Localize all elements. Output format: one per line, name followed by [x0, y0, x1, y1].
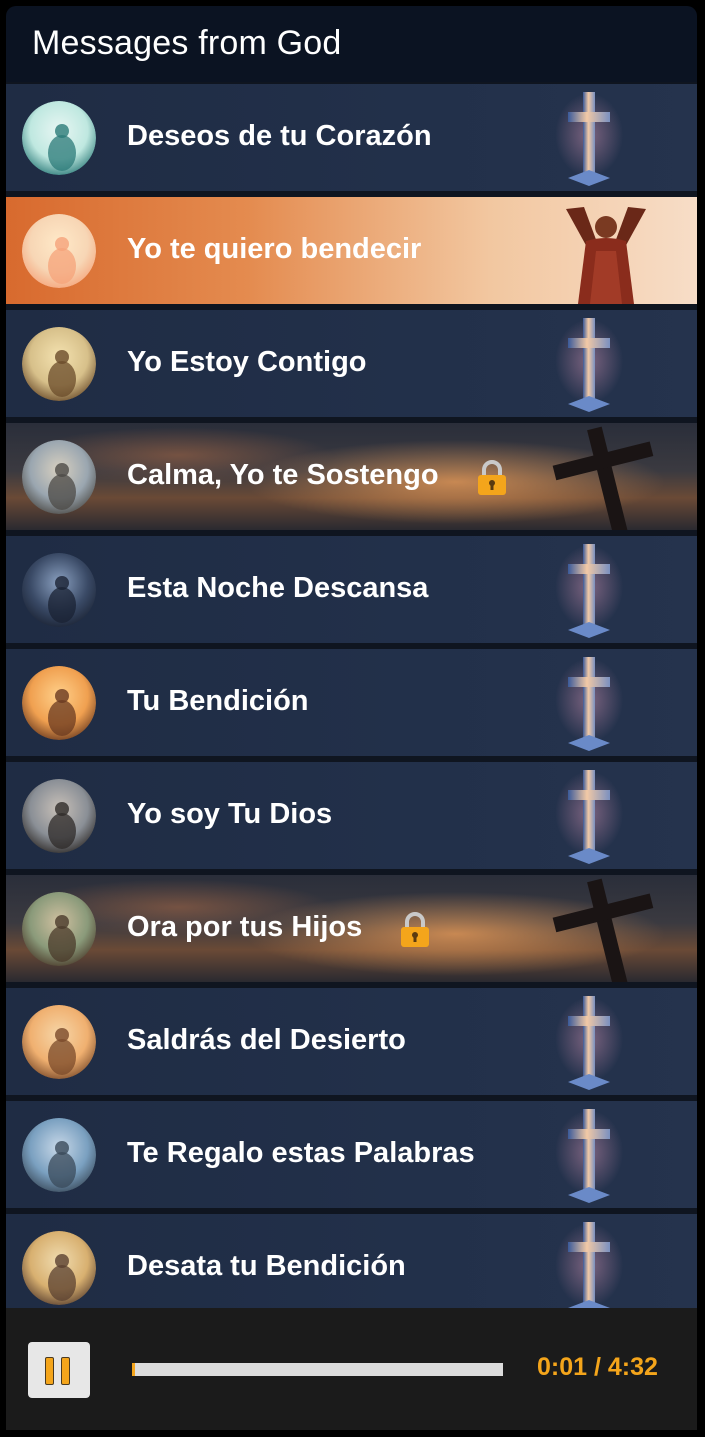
progress-fill	[132, 1363, 135, 1376]
cross-silhouette-icon	[546, 423, 666, 530]
jesus-figure-image	[526, 201, 686, 304]
cross-icon	[554, 994, 624, 1094]
message-list[interactable]: Deseos de tu Corazón Yo te quiero bendec…	[6, 82, 697, 1308]
message-title: Yo te quiero bendecir	[127, 233, 422, 265]
message-thumbnail	[22, 101, 96, 175]
cross-icon	[554, 90, 624, 190]
app-title: Messages from God	[32, 24, 342, 62]
message-row[interactable]: Esta Noche Descansa	[6, 536, 697, 643]
lock-icon	[475, 459, 509, 497]
message-title: Saldrás del Desierto	[127, 1024, 406, 1056]
message-row[interactable]: Saldrás del Desierto	[6, 988, 697, 1095]
message-thumbnail	[22, 779, 96, 853]
message-title: Calma, Yo te Sostengo	[127, 459, 439, 491]
message-thumbnail	[22, 1118, 96, 1192]
message-thumbnail	[22, 214, 96, 288]
cross-icon	[554, 542, 624, 642]
message-thumbnail	[22, 1231, 96, 1305]
message-thumbnail	[22, 666, 96, 740]
message-thumbnail	[22, 327, 96, 401]
message-thumbnail	[22, 440, 96, 514]
audio-player: 0:01 / 4:32	[6, 1308, 697, 1430]
message-row[interactable]: Tu Bendición	[6, 649, 697, 756]
cross-icon	[554, 768, 624, 868]
message-thumbnail	[22, 553, 96, 627]
message-thumbnail	[22, 892, 96, 966]
message-row[interactable]: Yo te quiero bendecir	[6, 197, 697, 304]
cross-icon	[554, 316, 624, 416]
cross-icon	[554, 1107, 624, 1207]
message-title: Yo Estoy Contigo	[127, 346, 367, 378]
app-frame: Messages from God Deseos de tu Corazón Y…	[0, 0, 705, 1437]
message-row[interactable]: Ora por tus Hijos	[6, 875, 697, 982]
message-row[interactable]: Yo Estoy Contigo	[6, 310, 697, 417]
cross-silhouette-icon	[546, 875, 666, 982]
message-title: Esta Noche Descansa	[127, 572, 429, 604]
message-row[interactable]: Te Regalo estas Palabras	[6, 1101, 697, 1208]
message-row[interactable]: Calma, Yo te Sostengo	[6, 423, 697, 530]
pause-button[interactable]	[28, 1342, 90, 1398]
app-header: Messages from God	[6, 6, 697, 82]
message-title: Te Regalo estas Palabras	[127, 1137, 475, 1169]
lock-icon	[398, 911, 432, 949]
message-title: Desata tu Bendición	[127, 1250, 406, 1282]
cross-icon	[554, 655, 624, 755]
time-display: 0:01 / 4:32	[537, 1353, 658, 1381]
message-row[interactable]: Desata tu Bendición	[6, 1214, 697, 1308]
message-thumbnail	[22, 1005, 96, 1079]
message-row[interactable]: Deseos de tu Corazón	[6, 84, 697, 191]
message-title: Deseos de tu Corazón	[127, 120, 432, 152]
message-title: Ora por tus Hijos	[127, 911, 363, 943]
message-row[interactable]: Yo soy Tu Dios	[6, 762, 697, 869]
message-title: Yo soy Tu Dios	[127, 798, 333, 830]
progress-bar[interactable]	[132, 1363, 503, 1376]
message-title: Tu Bendición	[127, 685, 309, 717]
cross-icon	[554, 1220, 624, 1308]
